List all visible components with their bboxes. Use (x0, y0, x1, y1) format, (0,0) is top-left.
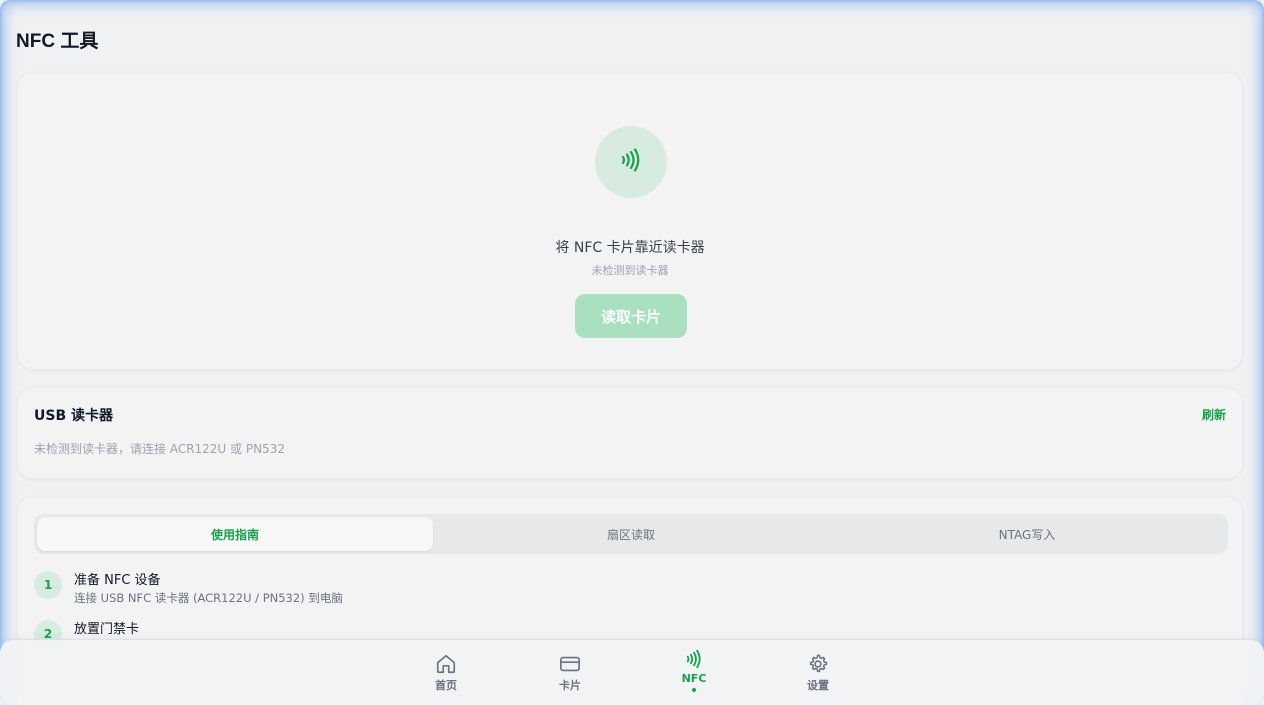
usb-reader-title: USB 读卡器 (34, 408, 113, 424)
tab-usage-guide[interactable]: 使用指南 (37, 517, 433, 551)
app-window: NFC 工具 将 NFC 卡片靠近读卡器 未检测到读卡器 读取卡片 USB 读卡… (0, 0, 1264, 705)
step-title: 准备 NFC 设备 (74, 573, 161, 588)
nav-label: 首页 (435, 679, 457, 692)
bottom-navigation: 首页 卡片 NFC 设置 (0, 639, 1264, 705)
usb-reader-message: 未检测到读卡器，请连接 ACR122U 或 PN532 (34, 442, 285, 456)
nav-item-nfc[interactable]: NFC (654, 640, 734, 702)
tab-sector-read[interactable]: 扇区读取 (433, 517, 829, 551)
reader-status: 未检测到读卡器 (591, 264, 669, 277)
gear-icon (807, 652, 829, 676)
refresh-button[interactable]: 刷新 (1202, 406, 1226, 423)
nav-item-home[interactable]: 首页 (406, 640, 486, 702)
active-indicator (692, 688, 696, 692)
scan-card: 将 NFC 卡片靠近读卡器 未检测到读卡器 读取卡片 (17, 72, 1243, 370)
nfc-icon (683, 647, 705, 671)
nav-item-cards[interactable]: 卡片 (530, 640, 610, 702)
nfc-waves-icon (617, 146, 645, 178)
read-card-button[interactable]: 读取卡片 (575, 294, 687, 338)
nfc-icon-circle (595, 126, 667, 198)
nav-label: 设置 (807, 679, 829, 692)
step-description: 连接 USB NFC 读卡器 (ACR122U / PN532) 到电脑 (74, 591, 343, 605)
home-icon (435, 652, 457, 676)
page-title: NFC 工具 (16, 31, 99, 52)
step-number: 1 (34, 571, 62, 599)
tab-ntag-write[interactable]: NTAG写入 (829, 517, 1225, 551)
step-title: 放置门禁卡 (74, 622, 140, 637)
nav-item-settings[interactable]: 设置 (778, 640, 858, 702)
nav-label: NFC (681, 672, 707, 685)
nav-label: 卡片 (559, 679, 581, 692)
usb-reader-card: USB 读卡器 刷新 未检测到读卡器，请连接 ACR122U 或 PN532 (17, 387, 1243, 479)
guide-tabs: 使用指南 扇区读取 NTAG写入 (34, 514, 1228, 554)
scan-instruction: 将 NFC 卡片靠近读卡器 (555, 240, 705, 256)
card-icon (558, 652, 582, 676)
